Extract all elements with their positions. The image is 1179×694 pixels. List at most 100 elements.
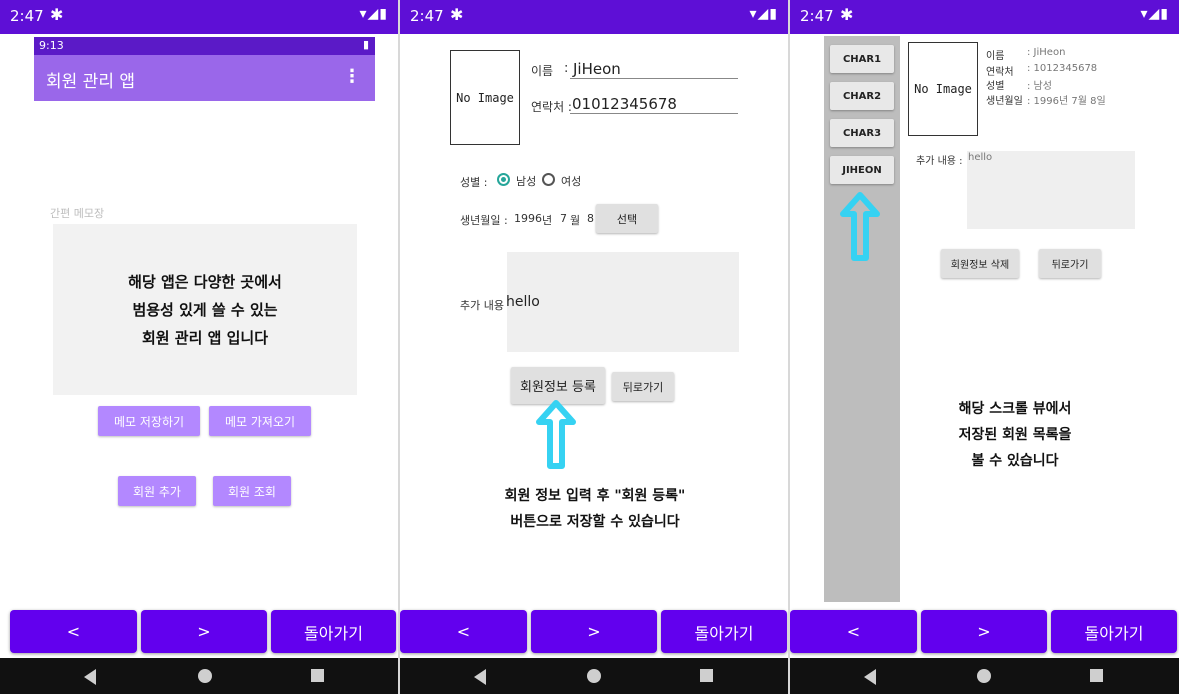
screen-register: 2:47 ✱ ▾◢▮ No Image 이름 : JiHeon 연락처 : 01…: [400, 0, 788, 694]
phone-input[interactable]: [570, 113, 738, 114]
bottom-nav: < > 돌아가기: [790, 610, 1179, 653]
phone-label: 연락처 :: [531, 100, 572, 114]
back-icon[interactable]: [84, 669, 96, 685]
system-nav-bar: [400, 658, 788, 694]
caption-line: 해당 스크롤 뷰에서: [958, 401, 1072, 417]
birth-year: 1996: [514, 212, 542, 225]
register-caption: 회원 정보 입력 후 "회원 등록" 버튼으로 저장할 수 있습니다: [460, 483, 730, 535]
extra-info-text: hello: [968, 152, 993, 163]
inner-battery-icon: ▮: [362, 38, 369, 51]
next-button[interactable]: >: [921, 610, 1047, 653]
memo-line: 해당 앱은 다양한 곳에서: [128, 272, 282, 291]
status-time: 2:47: [10, 7, 44, 25]
status-bar: 2:47 ✱ ▾◢▮: [400, 0, 788, 34]
list-caption: 해당 스크롤 뷰에서 저장된 회원 목록을 볼 수 있습니다: [900, 396, 1130, 474]
back-icon[interactable]: [864, 669, 876, 685]
back-button[interactable]: 뒤로가기: [612, 372, 674, 401]
recent-apps-icon[interactable]: [700, 669, 713, 682]
birth-month: 7: [560, 212, 567, 225]
status-bar: 2:47 ✱ ▾◢▮: [790, 0, 1179, 34]
member-item[interactable]: CHAR1: [830, 45, 894, 73]
signal-battery-icon: ▾◢▮: [359, 6, 388, 22]
back-icon[interactable]: [474, 669, 486, 685]
status-time: 2:47: [410, 7, 444, 25]
birth-month-unit: 월: [570, 214, 581, 227]
prev-button[interactable]: <: [400, 610, 527, 653]
birth-day: 8: [587, 212, 594, 225]
caption-line: 버튼으로 저장할 수 있습니다: [510, 514, 680, 530]
next-button[interactable]: >: [531, 610, 657, 653]
extra-info-box: [967, 151, 1135, 229]
name-input[interactable]: [570, 78, 738, 79]
overflow-menu-icon[interactable]: ⋮: [343, 66, 361, 87]
extra-info-label: 추가 내용: [460, 299, 504, 312]
return-button[interactable]: 돌아가기: [1051, 610, 1177, 653]
view-member-button[interactable]: 회원 조회: [213, 476, 291, 506]
screen-member-list: 2:47 ✱ ▾◢▮ CHAR1 CHAR2 CHAR3 JIHEON No I…: [790, 0, 1179, 694]
profile-image-placeholder: No Image: [908, 42, 978, 136]
name-value: : JiHeon: [1027, 47, 1066, 58]
settings-gear-icon: ✱: [50, 5, 64, 24]
extra-info-textarea[interactable]: [507, 252, 739, 352]
system-nav-bar: [790, 658, 1179, 694]
add-member-button[interactable]: 회원 추가: [118, 476, 196, 506]
status-bar: 2:47 ✱ ▾◢▮: [0, 0, 398, 34]
inner-status-bar: 9:13 ▮: [34, 37, 375, 55]
caption-line: 볼 수 있습니다: [971, 453, 1059, 469]
up-arrow-icon: [536, 400, 576, 469]
member-item[interactable]: CHAR2: [830, 82, 894, 110]
return-button[interactable]: 돌아가기: [271, 610, 396, 653]
memo-line: 범용성 있게 쓸 수 있는: [132, 300, 278, 319]
gender-male-radio[interactable]: [497, 173, 510, 186]
signal-battery-icon: ▾◢▮: [749, 6, 778, 22]
register-member-button[interactable]: 회원정보 등록: [511, 367, 605, 404]
load-memo-button[interactable]: 메모 가져오기: [209, 406, 311, 436]
app-title: 회원 관리 앱: [46, 72, 136, 92]
home-icon[interactable]: [977, 669, 991, 683]
recent-apps-icon[interactable]: [1090, 669, 1103, 682]
extra-info-value: hello: [506, 294, 540, 310]
bottom-nav: < > 돌아가기: [400, 610, 788, 653]
next-button[interactable]: >: [141, 610, 267, 653]
phone-input-value: 01012345678: [572, 95, 677, 113]
name-input-value: JiHeon: [573, 60, 621, 78]
screen-home: 2:47 ✱ ▾◢▮ 9:13 ▮ 회원 관리 앱 ⋮ 간편 메모장 해당 앱은…: [0, 0, 398, 694]
recent-apps-icon[interactable]: [311, 669, 324, 682]
prev-button[interactable]: <: [790, 610, 917, 653]
birth-label: 생년월일 :: [460, 214, 508, 227]
profile-image-placeholder[interactable]: No Image: [450, 50, 520, 145]
bottom-nav: < > 돌아가기: [10, 610, 396, 653]
caption-line: 저장된 회원 목록을: [958, 427, 1072, 443]
member-item[interactable]: CHAR3: [830, 119, 894, 147]
birth-year-unit: 년: [542, 214, 553, 227]
save-memo-button[interactable]: 메모 저장하기: [98, 406, 200, 436]
select-date-button[interactable]: 선택: [596, 204, 658, 233]
gender-female-radio[interactable]: [542, 173, 555, 186]
gender-value: : 남성: [1027, 81, 1052, 92]
gender-label: 성별: [986, 81, 1005, 92]
phone-label: 연락처: [986, 67, 1014, 78]
back-button[interactable]: 뒤로가기: [1039, 249, 1101, 278]
gender-female-label: 여성: [561, 175, 582, 188]
status-time: 2:47: [800, 7, 834, 25]
phone-value: : 1012345678: [1027, 63, 1098, 74]
home-icon[interactable]: [587, 669, 601, 683]
caption-line: 회원 정보 입력 후 "회원 등록": [504, 488, 686, 504]
gender-male-label: 남성: [516, 175, 537, 188]
memo-textarea[interactable]: 해당 앱은 다양한 곳에서 범용성 있게 쓸 수 있는 회원 관리 앱 입니다: [53, 224, 357, 395]
inner-status-time: 9:13: [39, 39, 64, 52]
name-label: 이름: [531, 64, 554, 78]
memo-label: 간편 메모장: [50, 207, 105, 220]
return-button[interactable]: 돌아가기: [661, 610, 787, 653]
delete-member-button[interactable]: 회원정보 삭제: [941, 249, 1019, 278]
birth-value: : 1996년 7월 8일: [1027, 96, 1106, 107]
home-icon[interactable]: [198, 669, 212, 683]
settings-gear-icon: ✱: [450, 5, 464, 24]
settings-gear-icon: ✱: [840, 5, 854, 24]
memo-line: 회원 관리 앱 입니다: [141, 328, 269, 347]
system-nav-bar: [0, 658, 398, 694]
name-separator: :: [564, 61, 569, 76]
birth-label: 생년월일: [986, 96, 1023, 107]
member-item[interactable]: JIHEON: [830, 156, 894, 184]
prev-button[interactable]: <: [10, 610, 137, 653]
